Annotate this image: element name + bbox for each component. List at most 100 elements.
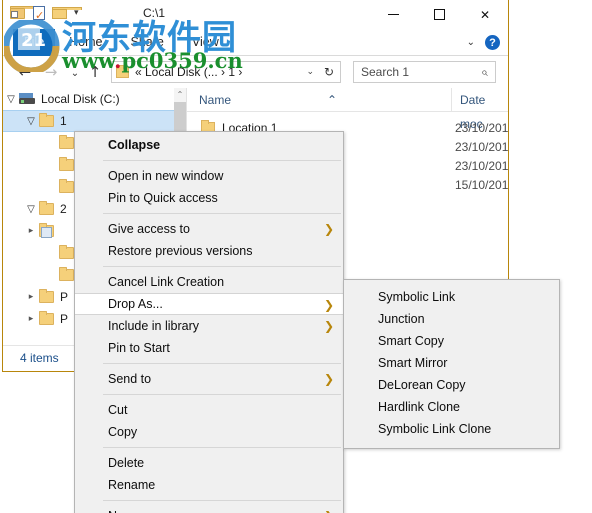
menu-item-cut[interactable]: Cut	[75, 399, 343, 421]
chevron-right-icon[interactable]: ▸	[23, 292, 39, 302]
menu-item-label: Give access to	[108, 222, 190, 236]
search-icon: ⌕	[481, 64, 488, 79]
tree-item-local-disk[interactable]: ▽ Local Disk (C:)	[3, 88, 174, 110]
tab-share[interactable]: Share	[117, 29, 178, 56]
folder-icon	[59, 157, 74, 171]
menu-separator	[103, 160, 341, 161]
file-date: 23/10/201	[455, 139, 509, 154]
submenu-item-smart-mirror[interactable]: Smart Mirror	[344, 352, 559, 374]
minimize-button[interactable]	[370, 0, 416, 29]
submenu-item-hardlink-clone[interactable]: Hardlink Clone	[344, 396, 559, 418]
menu-item-label: Send to	[108, 372, 152, 386]
tree-item-1[interactable]: ▽ 1	[3, 110, 174, 132]
maximize-button[interactable]	[416, 0, 462, 29]
folder-icon	[39, 201, 54, 215]
screen-root: ✓ ▾ C:\1 ✕ File Home Share View ⌄ ? ← → …	[0, 0, 592, 513]
folder-icon	[39, 311, 54, 325]
address-dropdown-icon[interactable]: ⌄	[306, 67, 314, 77]
chevron-right-icon: ❯	[324, 509, 334, 513]
quick-access-toolbar: ✓ ▾	[9, 4, 82, 22]
forward-button[interactable]: →	[41, 63, 61, 81]
chevron-down-icon[interactable]: ▽	[3, 94, 19, 105]
menu-item-restore-previous-versions[interactable]: Restore previous versions	[75, 240, 343, 262]
menu-item-delete[interactable]: Delete	[75, 452, 343, 474]
context-menu: Collapse Open in new window Pin to Quick…	[74, 131, 344, 513]
menu-separator	[103, 266, 341, 267]
menu-item-label: New	[108, 509, 133, 513]
tree-item-label: 1	[60, 114, 67, 128]
submenu-item-smart-copy[interactable]: Smart Copy	[344, 330, 559, 352]
scroll-up-icon[interactable]: ⌃	[174, 88, 186, 102]
folder-icon	[59, 179, 74, 193]
tree-item-label: 2	[60, 202, 67, 216]
new-folder-icon[interactable]	[51, 4, 82, 22]
ribbon-tabs: File Home Share View	[13, 29, 233, 56]
menu-item-cancel-link-creation[interactable]: Cancel Link Creation	[75, 271, 343, 293]
window-title: C:\1	[143, 6, 166, 20]
status-item-count: 4 items	[20, 351, 59, 365]
tree-item-label: P	[60, 290, 69, 304]
address-bar-row: ← → ⌄ ↑ « Local Disk (... › 1 › ⌄ ↻ Sear…	[3, 57, 508, 87]
menu-item-drop-as[interactable]: Drop As... ❯	[75, 293, 343, 315]
menu-item-new[interactable]: New ❯	[75, 505, 343, 513]
window-controls: ✕	[370, 0, 508, 29]
menu-separator	[103, 213, 341, 214]
chevron-down-icon[interactable]: ⌄	[467, 37, 475, 48]
tab-file[interactable]: File	[13, 29, 56, 56]
close-button[interactable]: ✕	[462, 0, 508, 29]
breadcrumb[interactable]: « Local Disk (... › 1 ›	[135, 65, 242, 79]
chevron-right-icon: ❯	[323, 298, 334, 312]
column-headers: Name ⌃ Date moc	[187, 88, 508, 131]
submenu-item-junction[interactable]: Junction	[344, 308, 559, 330]
tab-view[interactable]: View	[178, 29, 233, 56]
chevron-right-icon[interactable]: ▸	[23, 314, 39, 324]
tree-item-label: Local Disk (C:)	[41, 92, 120, 106]
title-bar: ✓ ▾ C:\1 ✕	[3, 0, 508, 29]
submenu-item-symbolic-link-clone[interactable]: Symbolic Link Clone	[344, 418, 559, 440]
menu-item-include-in-library[interactable]: Include in library ❯	[75, 315, 343, 337]
chevron-down-icon[interactable]: ▽	[23, 116, 39, 127]
menu-item-rename[interactable]: Rename	[75, 474, 343, 496]
chevron-down-icon[interactable]: ▽	[23, 204, 39, 215]
refresh-icon[interactable]: ↻	[324, 65, 334, 79]
menu-item-pin-to-start[interactable]: Pin to Start	[75, 337, 343, 359]
back-button[interactable]: ←	[15, 63, 35, 81]
menu-item-open-in-new-window[interactable]: Open in new window	[75, 165, 343, 187]
menu-item-send-to[interactable]: Send to ❯	[75, 368, 343, 390]
drop-as-submenu: Symbolic Link Junction Smart Copy Smart …	[343, 279, 560, 449]
pin-folder-icon[interactable]	[9, 4, 40, 22]
menu-item-label: Include in library	[108, 319, 200, 333]
ribbon-tab-strip: File Home Share View ⌄ ?	[3, 29, 508, 56]
column-header-name[interactable]: Name	[199, 88, 231, 112]
up-button[interactable]: ↑	[85, 63, 105, 81]
chevron-right-icon: ❯	[323, 372, 334, 386]
drive-icon	[19, 93, 35, 105]
search-box[interactable]: Search 1 ⌕	[353, 61, 496, 83]
folder-icon	[59, 267, 74, 281]
folder-icon	[59, 245, 74, 259]
tree-item-label: P	[60, 312, 69, 326]
submenu-item-symbolic-link[interactable]: Symbolic Link	[344, 286, 559, 308]
recent-locations-icon[interactable]: ⌄	[65, 65, 85, 83]
menu-separator	[103, 363, 341, 364]
address-input[interactable]: « Local Disk (... › 1 › ⌄ ↻	[111, 61, 341, 83]
chevron-right-icon: ❯	[323, 222, 334, 236]
file-date: 15/10/201	[455, 177, 509, 192]
chevron-right-icon: ❯	[323, 319, 334, 333]
folder-icon	[39, 289, 54, 303]
ribbon-right-controls: ⌄ ?	[467, 29, 500, 56]
menu-item-copy[interactable]: Copy	[75, 421, 343, 443]
menu-item-give-access-to[interactable]: Give access to ❯	[75, 218, 343, 240]
menu-item-collapse[interactable]: Collapse	[75, 134, 343, 156]
column-header-date-modified[interactable]: Date moc	[451, 88, 508, 131]
help-icon[interactable]: ?	[485, 35, 500, 50]
chevron-right-icon[interactable]: ▸	[23, 226, 39, 236]
menu-separator	[103, 447, 341, 448]
file-date: 23/10/201	[455, 158, 509, 173]
folder-icon	[59, 135, 74, 149]
properties-icon[interactable]: ✓	[30, 4, 48, 22]
search-input[interactable]: Search 1	[361, 65, 409, 79]
tab-home[interactable]: Home	[55, 29, 116, 56]
menu-item-pin-to-quick-access[interactable]: Pin to Quick access	[75, 187, 343, 209]
submenu-item-delorean-copy[interactable]: DeLorean Copy	[344, 374, 559, 396]
